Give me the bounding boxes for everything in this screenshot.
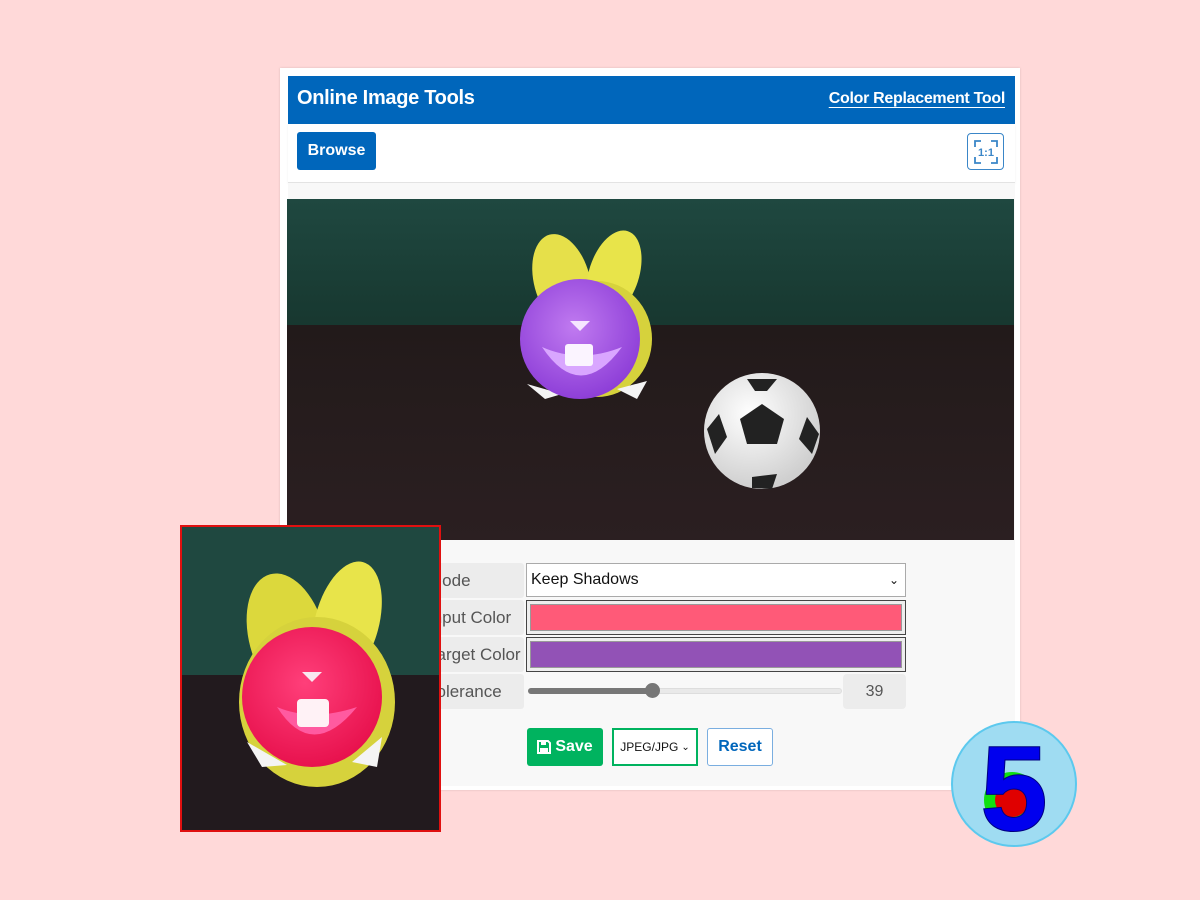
mode-row: Mode Keep Shadows ⌄ (420, 563, 906, 599)
reset-button[interactable]: Reset (707, 728, 773, 766)
target-color-picker[interactable] (526, 637, 906, 672)
input-color-picker[interactable] (526, 600, 906, 635)
actual-size-button[interactable]: 1:1 (967, 133, 1004, 170)
tolerance-slider[interactable] (526, 674, 844, 709)
input-color-swatch (530, 604, 902, 631)
fit-ratio-icon: 1:1 (973, 139, 998, 164)
mode-select[interactable]: Keep Shadows ⌄ (526, 563, 906, 597)
svg-text:5: 5 (981, 722, 1048, 848)
chevron-down-icon: ⌄ (888, 573, 899, 587)
main-image-canvas[interactable] (287, 199, 1014, 540)
input-color-row: Input Color (420, 600, 906, 636)
tool-name-link[interactable]: Color Replacement Tool (829, 90, 1006, 108)
svg-text:1:1: 1:1 (978, 147, 994, 159)
save-label: Save (555, 738, 593, 755)
mode-value: Keep Shadows (531, 571, 639, 588)
format-value: JPEG/JPG (620, 740, 679, 754)
app-logo: 5 (950, 720, 1078, 857)
format-select[interactable]: JPEG/JPG ⌄ (612, 728, 698, 766)
target-color-row: Target Color (420, 637, 906, 673)
site-title[interactable]: Online Image Tools (297, 87, 475, 110)
chevron-down-icon: ⌄ (681, 741, 690, 753)
tolerance-row: Tolerance 39 (420, 674, 906, 710)
result-preview-image (180, 525, 441, 832)
save-button[interactable]: Save (527, 728, 603, 766)
save-icon (537, 740, 552, 754)
slider-fill (528, 688, 652, 694)
target-color-swatch (530, 641, 902, 668)
header-bar: Online Image Tools Color Replacement Too… (288, 76, 1015, 124)
toolbar: Browse 1:1 (288, 124, 1015, 183)
browse-button[interactable]: Browse (297, 132, 376, 170)
slider-thumb[interactable] (644, 683, 660, 698)
tolerance-value[interactable]: 39 (843, 674, 906, 709)
